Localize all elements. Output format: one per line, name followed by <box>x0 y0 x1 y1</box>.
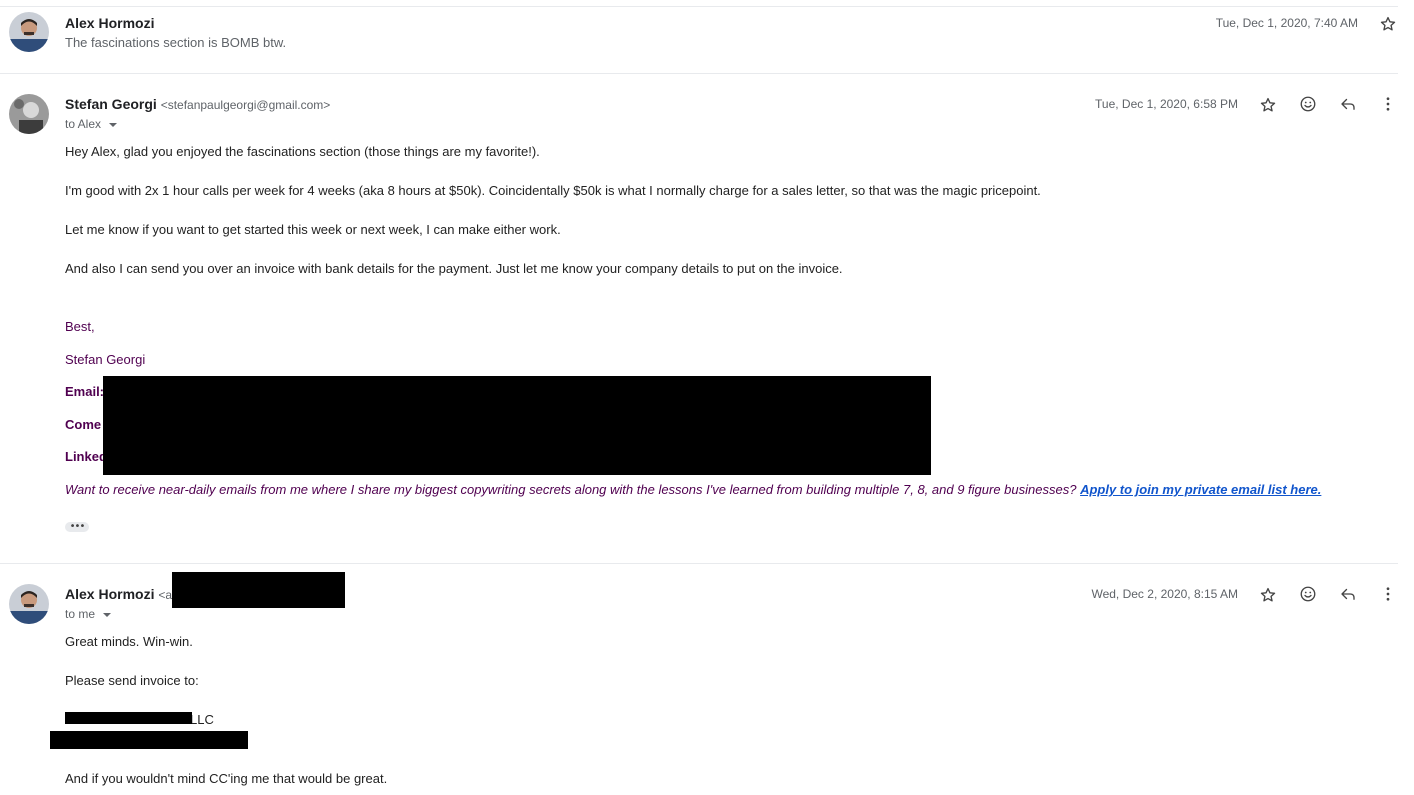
star-icon[interactable] <box>1256 583 1280 607</box>
redaction-block <box>50 731 248 749</box>
recipients-label: to Alex <box>65 117 102 131</box>
signature-email-label: Email: <box>65 384 105 399</box>
sender-name: Alex Hormozi <box>65 586 155 602</box>
sender-email: <stefanpaulgeorgi@gmail.com> <box>160 98 331 112</box>
message-date: Tue, Dec 1, 2020, 7:40 AM <box>1215 16 1358 30</box>
signature-linked-label: Linked <box>65 449 107 464</box>
company-suffix: LLC <box>190 712 214 727</box>
avatar <box>9 584 49 624</box>
message-snippet: The fascinations section is BOMB btw. <box>65 35 287 50</box>
sender-header: Alex Hormozi <a <box>65 586 172 602</box>
divider-top <box>0 6 1398 7</box>
sender-email: <a <box>158 588 173 602</box>
star-icon[interactable] <box>1376 12 1400 36</box>
message-paragraph: And if you wouldn't mind CC'ing me that … <box>65 771 388 786</box>
promo-text: Want to receive near-daily emails from m… <box>65 482 1077 497</box>
sender-name: Stefan Georgi <box>65 96 157 112</box>
ellipsis-icon: ••• <box>69 521 86 532</box>
signature-name: Stefan Georgi <box>65 352 146 367</box>
caret-down-icon <box>103 612 112 617</box>
redaction-block <box>65 712 192 724</box>
recipients-label: to me <box>65 607 96 621</box>
avatar <box>9 12 49 52</box>
show-trimmed-content-button[interactable]: ••• <box>65 522 89 532</box>
recipients-toggle[interactable]: to me <box>65 607 113 621</box>
divider <box>0 563 1398 564</box>
divider <box>0 73 1398 74</box>
reply-icon[interactable] <box>1336 582 1360 606</box>
emoji-icon[interactable] <box>1296 582 1320 606</box>
reply-icon[interactable] <box>1336 92 1360 116</box>
message-paragraph: Hey Alex, glad you enjoyed the fascinati… <box>65 144 540 159</box>
message-paragraph: And also I can send you over an invoice … <box>65 261 843 276</box>
message-paragraph: I'm good with 2x 1 hour calls per week f… <box>65 183 1041 198</box>
redaction-block <box>172 572 345 608</box>
message-paragraph: Great minds. Win-win. <box>65 634 193 649</box>
message-date: Wed, Dec 2, 2020, 8:15 AM <box>1091 587 1238 601</box>
redaction-block <box>103 376 931 475</box>
sender-name: Alex Hormozi <box>65 15 155 31</box>
sender-header: Stefan Georgi <stefanpaulgeorgi@gmail.co… <box>65 96 330 112</box>
message-paragraph: Let me know if you want to get started t… <box>65 222 561 237</box>
more-vert-icon[interactable] <box>1376 582 1400 606</box>
emoji-icon[interactable] <box>1296 92 1320 116</box>
promo-line: Want to receive near-daily emails from m… <box>65 482 1321 497</box>
promo-link[interactable]: Apply to join my private email list here… <box>1080 482 1321 497</box>
avatar <box>9 94 49 134</box>
signature-come-label: Come <box>65 417 102 432</box>
star-icon[interactable] <box>1256 93 1280 117</box>
signature-closing: Best, <box>65 319 95 334</box>
message-paragraph: Please send invoice to: <box>65 673 199 688</box>
caret-down-icon <box>109 122 118 127</box>
more-vert-icon[interactable] <box>1376 92 1400 116</box>
recipients-toggle[interactable]: to Alex <box>65 117 119 131</box>
message-date: Tue, Dec 1, 2020, 6:58 PM <box>1095 97 1238 111</box>
